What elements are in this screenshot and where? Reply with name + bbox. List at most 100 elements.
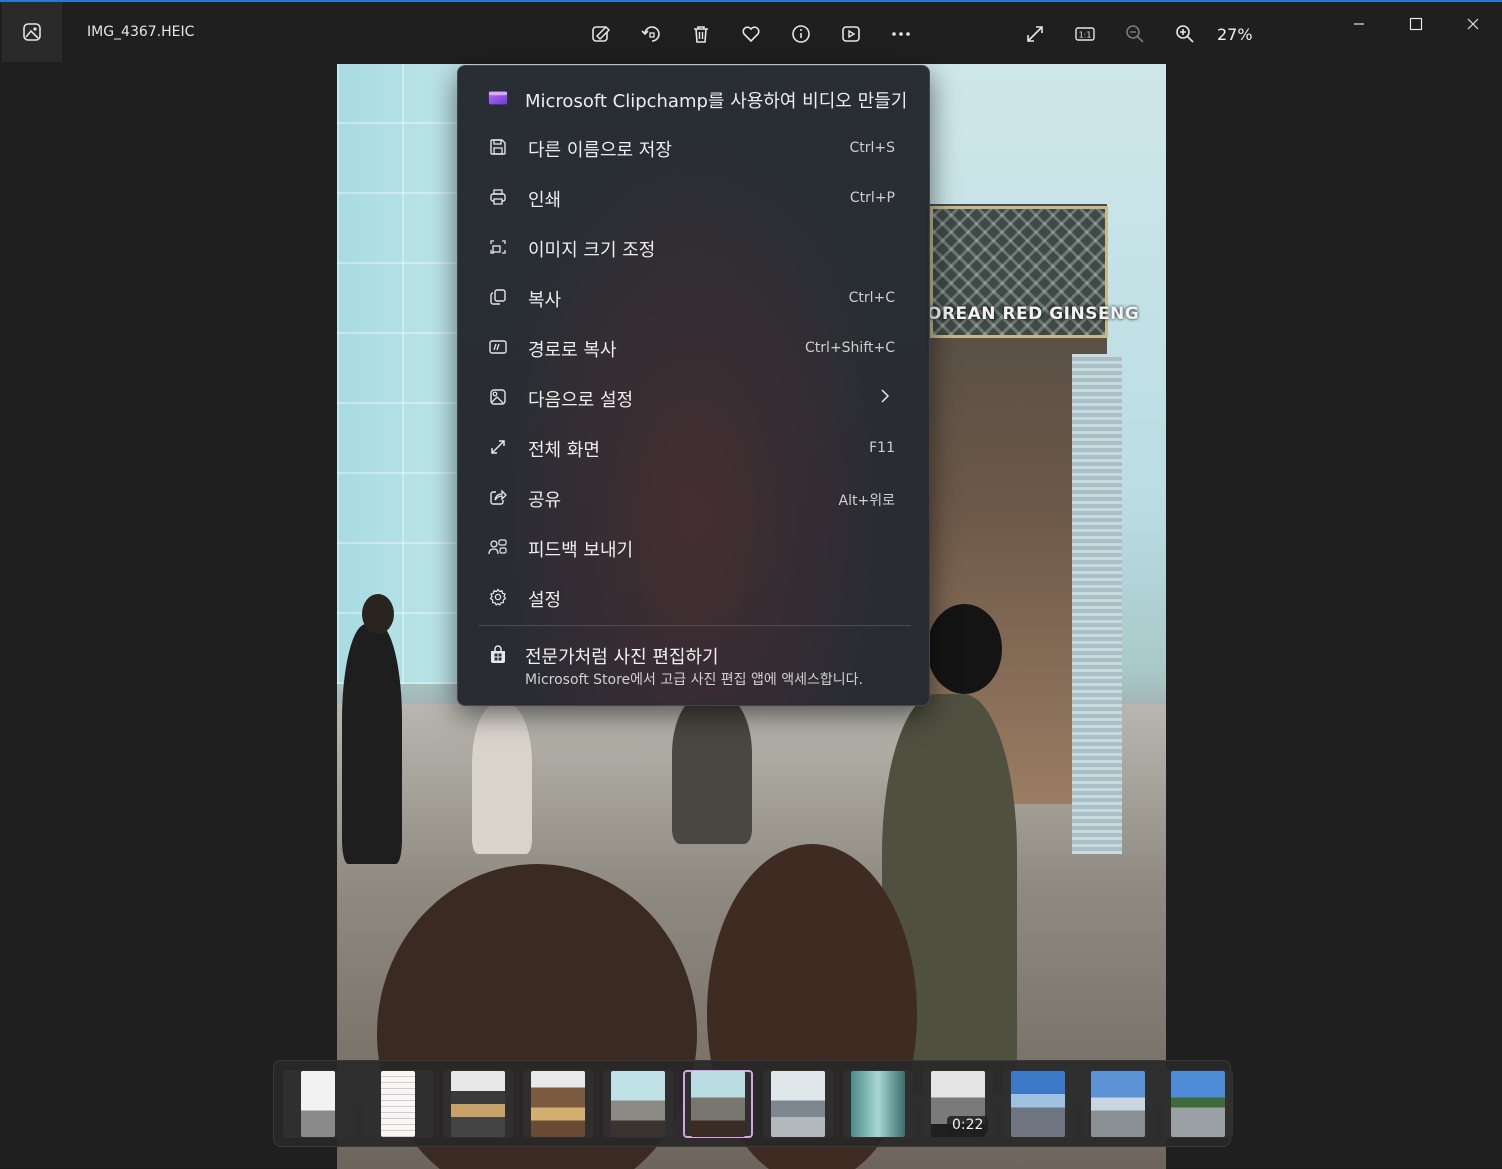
photo-wall: [337, 64, 467, 684]
photo-person-head: [362, 594, 394, 634]
filmstrip-thumbnail[interactable]: [443, 1070, 513, 1138]
context-menu: Microsoft Clipchamp를 사용하여 비디오 만들기 다른 이름으…: [457, 65, 930, 706]
actual-size-icon: 1:1: [1075, 27, 1095, 41]
menu-item-label: 피드백 보내기: [528, 540, 634, 561]
menu-item-label: 이미지 크기 조정: [528, 240, 656, 261]
zoom-out-button[interactable]: [1121, 20, 1149, 48]
filmstrip-thumbnail[interactable]: [1083, 1070, 1153, 1138]
menu-item-clipchamp[interactable]: Microsoft Clipchamp를 사용하여 비디오 만들기: [462, 76, 925, 120]
settings-icon: [488, 587, 508, 607]
photos-app-window: IMG_4367.HEIC 1:1 27% OREAN RED GINSENG …: [0, 0, 1502, 1169]
menu-item-label: 설정: [528, 590, 562, 611]
slideshow-button[interactable]: [837, 20, 865, 48]
photo-person: [472, 704, 532, 854]
feedback-icon: [488, 537, 508, 557]
favorite-button[interactable]: [737, 20, 765, 48]
menu-item-shortcut: Ctrl+Shift+C: [805, 340, 895, 356]
menu-item-shortcut: Ctrl+S: [849, 140, 895, 156]
filmstrip-thumbnail[interactable]: [523, 1070, 593, 1138]
photo-person-head: [927, 604, 1002, 694]
filmstrip-thumbnail[interactable]: [363, 1070, 433, 1138]
menu-item-print[interactable]: 인쇄 Ctrl+P: [462, 175, 925, 219]
microsoft-store-icon: [488, 645, 508, 669]
copy-path-icon: [488, 337, 508, 357]
close-button[interactable]: [1453, 10, 1493, 38]
delete-button[interactable]: [687, 20, 715, 48]
menu-item-label: 전체 화면: [528, 440, 600, 461]
filmstrip: 0:22: [273, 1060, 1233, 1147]
chevron-right-icon: [879, 388, 891, 408]
filmstrip-thumbnail-selected[interactable]: [683, 1070, 753, 1138]
maximize-icon: [1409, 17, 1423, 31]
close-icon: [1467, 18, 1479, 30]
filmstrip-thumbnail[interactable]: [1003, 1070, 1073, 1138]
menu-item-shortcut: Ctrl+C: [848, 290, 895, 306]
info-button[interactable]: [787, 20, 815, 48]
photo-person: [342, 624, 402, 864]
filmstrip-thumbnail[interactable]: [763, 1070, 833, 1138]
filmstrip-thumbnail[interactable]: [603, 1070, 673, 1138]
zoom-out-icon: [1126, 25, 1144, 43]
menu-item-copy[interactable]: 복사 Ctrl+C: [462, 275, 925, 319]
menu-item-set-as[interactable]: 다음으로 설정: [462, 375, 925, 419]
menu-item-label: 다른 이름으로 저장: [528, 140, 672, 161]
menu-item-shortcut: Alt+위로: [838, 493, 895, 509]
fullscreen-icon: [1027, 26, 1043, 42]
menu-item-resize[interactable]: 이미지 크기 조정: [462, 225, 925, 269]
actual-size-button[interactable]: 1:1: [1071, 20, 1099, 48]
menu-item-pro-editing-promo[interactable]: 전문가처럼 사진 편집하기 Microsoft Store에서 고급 사진 편집…: [462, 631, 925, 697]
filmstrip-thumbnail[interactable]: [1163, 1070, 1233, 1138]
promo-title: 전문가처럼 사진 편집하기: [525, 647, 719, 668]
fullscreen-icon: [488, 437, 508, 457]
more-button[interactable]: [887, 20, 915, 48]
menu-item-label: 복사: [528, 290, 562, 311]
svg-text:1:1: 1:1: [1079, 31, 1092, 40]
menu-item-shortcut: F11: [869, 440, 895, 456]
photo-pillar: [1072, 354, 1122, 854]
menu-item-feedback[interactable]: 피드백 보내기: [462, 525, 925, 569]
rotate-icon: [641, 26, 660, 42]
copy-icon: [488, 287, 508, 307]
menu-item-fullscreen[interactable]: 전체 화면 F11: [462, 425, 925, 469]
menu-item-save-as[interactable]: 다른 이름으로 저장 Ctrl+S: [462, 125, 925, 169]
resize-icon: [488, 237, 508, 257]
zoom-level[interactable]: 27%: [1217, 25, 1253, 44]
edit-image-button[interactable]: [587, 20, 615, 48]
menu-item-label: Microsoft Clipchamp를 사용하여 비디오 만들기: [525, 91, 908, 112]
clipchamp-icon: [488, 88, 508, 108]
fullscreen-view-button[interactable]: [1021, 20, 1049, 48]
zoom-in-icon: [1176, 25, 1194, 43]
menu-item-copy-path[interactable]: 경로로 복사 Ctrl+Shift+C: [462, 325, 925, 369]
promo-subtitle: Microsoft Store에서 고급 사진 편집 앱에 액세스합니다.: [525, 672, 863, 688]
print-icon: [488, 187, 508, 207]
minimize-button[interactable]: [1339, 10, 1379, 38]
save-icon: [488, 137, 508, 157]
video-duration-badge: 0:22: [947, 1116, 989, 1134]
menu-item-share[interactable]: 공유 Alt+위로: [462, 475, 925, 519]
menu-item-label: 경로로 복사: [528, 340, 617, 361]
delete-icon: [694, 26, 708, 43]
rotate-button[interactable]: [637, 20, 665, 48]
photos-app-icon[interactable]: [2, 2, 62, 62]
photo-person: [672, 694, 752, 844]
menu-item-settings[interactable]: 설정: [462, 575, 925, 619]
menu-separator: [478, 625, 911, 626]
set-as-icon: [488, 387, 508, 407]
favorite-icon: [742, 26, 760, 43]
filmstrip-video-thumbnail[interactable]: 0:22: [923, 1070, 993, 1138]
share-icon: [488, 487, 508, 507]
menu-item-label: 인쇄: [528, 190, 562, 211]
slideshow-icon: [842, 26, 860, 42]
more-icon: [892, 32, 910, 36]
minimize-icon: [1354, 23, 1364, 25]
edit-image-icon: [592, 25, 611, 42]
menu-item-label: 다음으로 설정: [528, 390, 634, 411]
photo-sign-text: OREAN RED GINSENG: [927, 304, 1140, 324]
menu-item-label: 공유: [528, 490, 562, 511]
maximize-button[interactable]: [1396, 10, 1436, 38]
zoom-in-button[interactable]: [1171, 20, 1199, 48]
title-bar: IMG_4367.HEIC 1:1 27%: [0, 2, 1502, 64]
filmstrip-thumbnail[interactable]: [843, 1070, 913, 1138]
filmstrip-thumbnail[interactable]: [283, 1070, 353, 1138]
info-icon: [792, 25, 810, 43]
